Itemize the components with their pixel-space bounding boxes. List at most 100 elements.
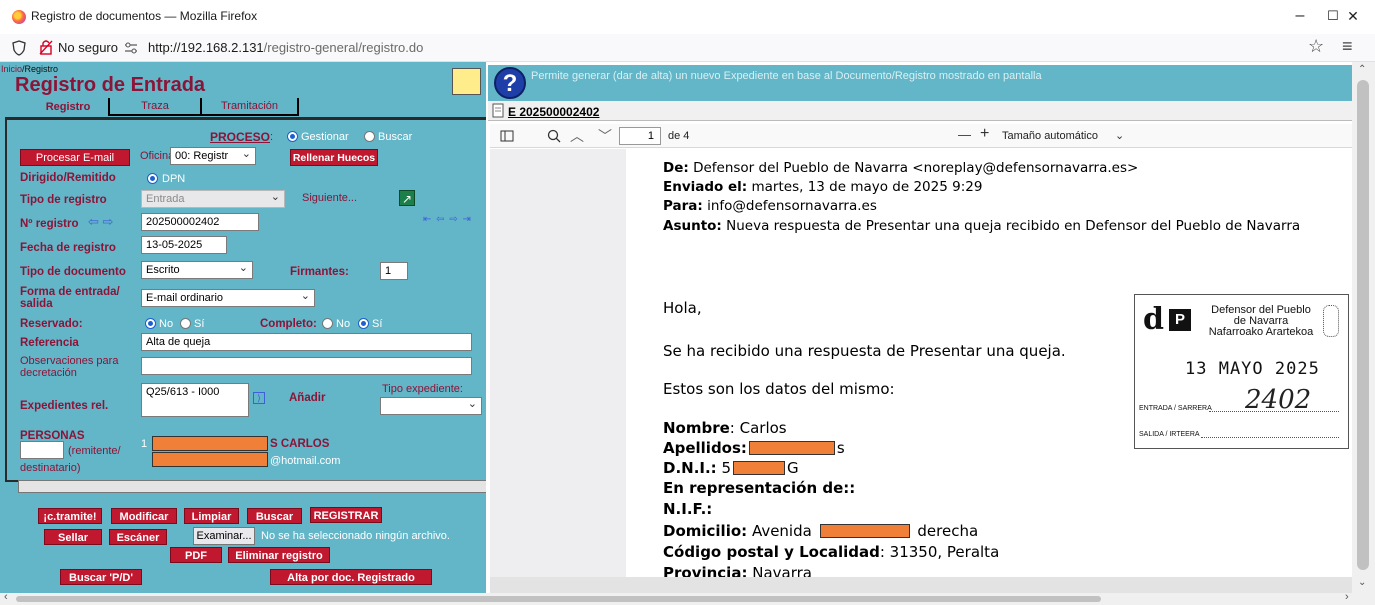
sidebar-toggle-icon[interactable] — [500, 130, 514, 142]
close-button[interactable]: ✕ — [1343, 6, 1363, 26]
stamp-org-line3: Nafarroako Arartekoa — [1208, 326, 1314, 338]
tipo-expediente-label: Tipo expediente: — [382, 383, 463, 395]
registrar-button[interactable]: REGISTRAR — [310, 507, 382, 523]
page-number-input[interactable]: 1 — [619, 127, 661, 145]
shield-icon[interactable] — [12, 40, 26, 56]
scroll-right-icon[interactable]: › — [1345, 591, 1349, 603]
oficina-select[interactable]: 00: Registr — [170, 147, 256, 165]
reservado-label: Reservado: — [20, 318, 83, 330]
zoom-in-button[interactable]: + — [980, 125, 989, 143]
alta-doc-registrado-button[interactable]: Alta por doc. Registrado — [270, 569, 432, 585]
scrollbar-thumb[interactable] — [1357, 80, 1369, 570]
field-nombre-label: Nombre — [663, 419, 730, 437]
permissions-icon[interactable] — [124, 42, 138, 54]
menu-hamburger-icon[interactable]: ≡ — [1342, 36, 1353, 57]
modificar-button[interactable]: Modificar — [111, 508, 177, 524]
proceso-gestionar-radio[interactable] — [287, 131, 298, 142]
add-expediente-icon[interactable]: ⟩ — [253, 392, 265, 404]
chevron-down-icon[interactable]: ⌄ — [1115, 129, 1124, 142]
field-provincia-label: Provincia: — [663, 564, 748, 577]
help-question-icon[interactable]: ? — [494, 67, 526, 99]
persona-type-input[interactable] — [20, 441, 64, 459]
vertical-scrollbar[interactable]: ⌃ ⌄ — [1352, 62, 1375, 593]
n-registro-input[interactable]: 202500002402 — [141, 213, 259, 231]
field-cp-value: : 31350, Peralta — [879, 543, 1000, 561]
fecha-registro-input[interactable]: 13-05-2025 — [141, 236, 227, 254]
minimize-button[interactable]: – — [1290, 6, 1310, 26]
document-tab-link[interactable]: E 202500002402 — [508, 105, 599, 119]
field-cp: Código postal y Localidad: 31350, Peralt… — [663, 543, 999, 561]
completo-si-label: Sí — [372, 318, 383, 330]
siguiente-link[interactable]: Siguiente... — [302, 192, 357, 204]
field-apellidos-suffix: s — [836, 439, 845, 457]
pdf-horizontal-scrollbar[interactable] — [490, 577, 1352, 593]
dirigido-dpn-radio[interactable] — [147, 173, 158, 184]
forma-entrada-label: Forma de entrada/salida — [20, 286, 120, 310]
field-nombre: Nombre: Carlos — [663, 419, 787, 437]
scroll-up-icon[interactable]: ⌃ — [1358, 64, 1366, 75]
firmantes-input[interactable]: 1 — [380, 262, 408, 280]
zoom-out-button[interactable]: — — [958, 127, 971, 142]
tipo-expediente-select[interactable] — [380, 397, 482, 415]
stamp-entrada-label: ENTRADA / SARRERA — [1139, 405, 1212, 412]
observaciones-label-line2: decretación — [20, 367, 77, 379]
next-page-icon[interactable]: ﹀ — [598, 126, 612, 146]
forma-entrada-select[interactable]: E-mail ordinario — [141, 289, 315, 307]
field-domicilio: Domicilio: Avenida derecha — [663, 522, 978, 540]
url-bar[interactable]: http://192.168.2.131/registro-general/re… — [148, 40, 423, 55]
field-dni-label: D.N.I.: — [663, 459, 717, 477]
notes-box[interactable] — [452, 68, 481, 95]
buscar-pd-button[interactable]: Buscar 'P/D' — [60, 569, 142, 585]
tipo-documento-label: Tipo de documento — [20, 266, 126, 278]
email-to-value: info@defensornavarra.es — [707, 198, 877, 214]
reservado-si-radio[interactable] — [180, 318, 191, 329]
pdf-button[interactable]: PDF — [170, 547, 222, 563]
completo-no-radio[interactable] — [322, 318, 333, 329]
observaciones-textarea[interactable] — [141, 357, 472, 375]
proceso-buscar-radio[interactable] — [364, 131, 375, 142]
refresh-arrow-icon[interactable]: ↗ — [399, 190, 415, 206]
rellenar-huecos-button[interactable]: Rellenar Huecos — [290, 149, 378, 166]
eliminar-registro-button[interactable]: Eliminar registro — [228, 547, 330, 563]
expedientes-list[interactable]: Q25/613 - I000 — [141, 383, 249, 417]
maximize-button[interactable]: ☐ — [1323, 6, 1343, 26]
sellar-button[interactable]: Sellar — [44, 529, 102, 545]
reservado-no-radio[interactable] — [145, 318, 156, 329]
c-tramite-button[interactable]: ¡c.tramite! — [38, 508, 102, 524]
tab-traza[interactable]: Traza — [110, 99, 200, 116]
zoom-select[interactable]: Tamaño automático — [1000, 127, 1130, 145]
procesar-email-button[interactable]: Procesar E-mail — [20, 149, 130, 166]
pdf-page: De: Defensor del Pueblo de Navarra <nore… — [626, 149, 1352, 577]
tab-registro[interactable]: Registro — [28, 100, 108, 117]
tab-tramitacion[interactable]: Tramitación — [202, 99, 297, 116]
insecure-lock-icon[interactable] — [39, 39, 53, 56]
redacted-dni — [733, 461, 786, 475]
completo-si-radio[interactable] — [358, 318, 369, 329]
referencia-input[interactable]: Alta de queja — [141, 333, 472, 351]
security-status[interactable]: No seguro — [58, 40, 118, 55]
email-from: De: Defensor del Pueblo de Navarra <nore… — [663, 160, 1138, 176]
previous-page-icon[interactable]: ︿ — [570, 126, 584, 146]
hscrollbar-thumb[interactable] — [16, 596, 1101, 602]
anadir-link[interactable]: Añadir — [289, 392, 325, 404]
field-provincia-value: Navarra — [752, 564, 812, 577]
stamp-salida-line — [1201, 437, 1339, 438]
bookmark-star-icon[interactable]: ☆ — [1308, 36, 1324, 57]
document-icon — [492, 103, 504, 118]
breadcrumb-home-link[interactable]: Inicio — [1, 64, 22, 74]
escaner-button[interactable]: Escáner — [109, 529, 167, 545]
examinar-file-button[interactable]: Examinar... — [193, 527, 255, 545]
scroll-left-icon[interactable]: ‹ — [4, 591, 8, 603]
proceso-label: PROCESO — [210, 130, 271, 144]
prev-next-arrows-icon[interactable]: ⇦ ⇨ — [88, 214, 113, 230]
scroll-down-icon[interactable]: ⌄ — [1358, 577, 1366, 588]
record-navigation-icon[interactable]: ⇤ ⇦ ⇨ ⇥ — [423, 214, 472, 225]
email-to-label: Para: — [663, 198, 703, 214]
tipo-documento-select[interactable]: Escrito — [141, 261, 253, 279]
horizontal-scrollbar[interactable]: ‹ › — [0, 591, 1375, 605]
remitente-label: (remitente/ — [68, 445, 121, 457]
stamp-salida-label: SALIDA / IRTEERA — [1139, 431, 1200, 438]
search-icon[interactable] — [547, 129, 561, 143]
buscar-button[interactable]: Buscar — [247, 508, 302, 524]
limpiar-button[interactable]: Limpiar — [184, 508, 239, 524]
